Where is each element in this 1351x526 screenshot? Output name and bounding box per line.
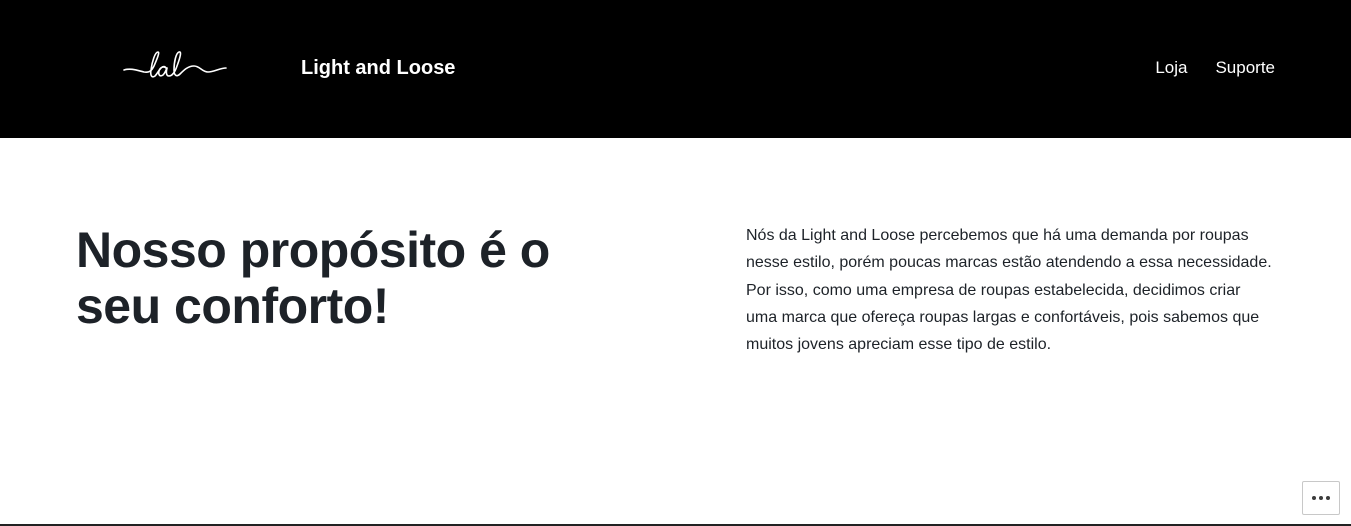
more-actions-button[interactable] [1302, 481, 1340, 515]
ellipsis-icon [1326, 496, 1330, 500]
hero-heading: Nosso propósito é o seu conforto! [76, 222, 550, 334]
lal-logo-icon [123, 51, 227, 78]
site-title[interactable]: Light and Loose [301, 56, 455, 80]
site-logo[interactable] [122, 46, 228, 90]
hero-paragraph: Nós da Light and Loose percebemos que há… [746, 227, 1272, 354]
ellipsis-icon [1312, 496, 1316, 500]
site-header: Light and Loose Loja Suporte [0, 0, 1351, 138]
primary-nav: Loja Suporte [1155, 57, 1275, 79]
ellipsis-icon [1319, 496, 1323, 500]
nav-item-loja[interactable]: Loja [1155, 57, 1187, 79]
nav-item-suporte[interactable]: Suporte [1215, 57, 1275, 79]
